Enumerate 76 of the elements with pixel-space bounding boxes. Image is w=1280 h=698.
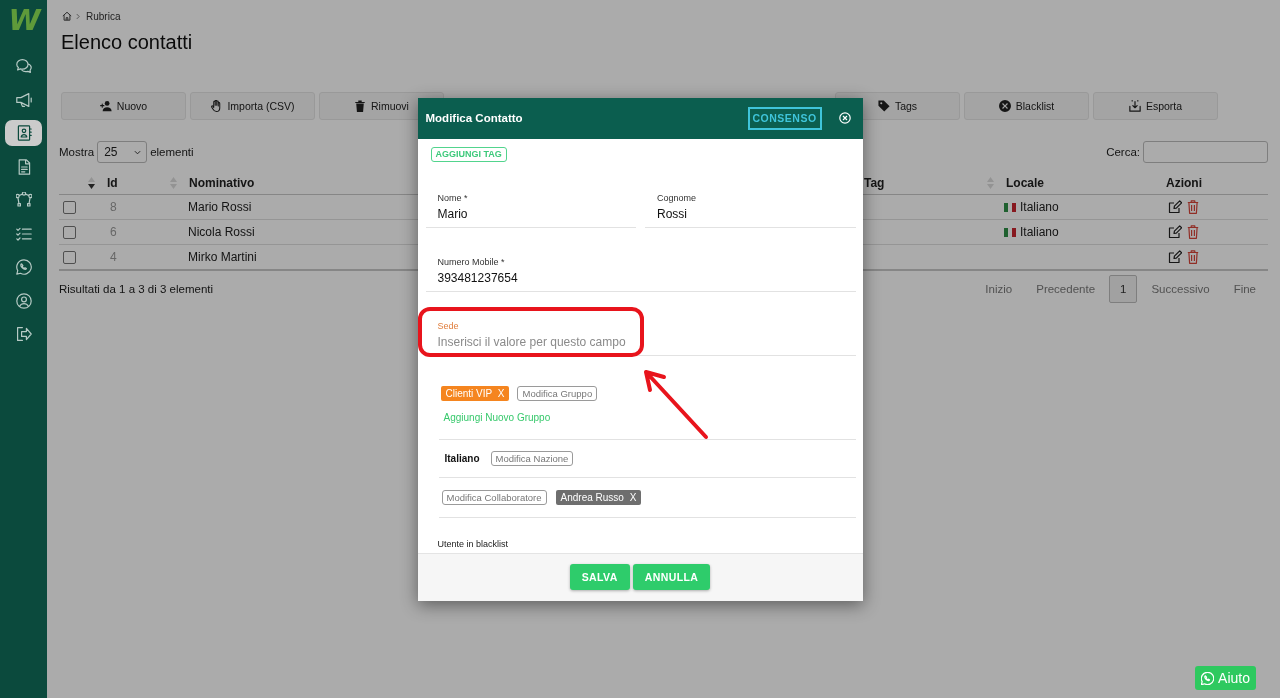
sidebar-item[interactable]: [5, 120, 42, 146]
text-field[interactable]: Rossi: [645, 206, 856, 228]
column-header[interactable]: Azioni: [1166, 176, 1202, 190]
breadcrumb-item: Rubrica: [86, 10, 121, 22]
table-cell: Italiano: [1020, 200, 1059, 214]
whatsapp-icon: [15, 259, 32, 275]
logout-icon: [15, 326, 32, 342]
search-field[interactable]: [1143, 141, 1268, 163]
column-header[interactable]: Nominativo: [189, 176, 255, 190]
address-book-icon: [15, 125, 32, 141]
field-label: Nome *: [437, 192, 468, 204]
country-value: Italiano: [444, 452, 480, 464]
trash-icon[interactable]: [1186, 250, 1200, 264]
page-button[interactable]: 1: [1109, 275, 1138, 303]
pagination-link[interactable]: Successivo: [1139, 275, 1222, 303]
page-title: Elenco contatti: [61, 30, 193, 54]
pagination-link[interactable]: Fine: [1221, 275, 1268, 303]
whatsapp-icon: [1201, 671, 1215, 685]
sort-icon[interactable]: [88, 177, 95, 189]
length-label: elementi: [150, 146, 194, 158]
edit-icon[interactable]: [1168, 250, 1182, 264]
edit-icon[interactable]: [1168, 200, 1182, 214]
page-size-select[interactable]: 25: [97, 141, 148, 163]
table-cell: Nicola Rossi: [188, 225, 255, 239]
pagination-link[interactable]: Inizio: [973, 275, 1025, 303]
megaphone-icon: [15, 91, 32, 108]
home-icon[interactable]: [62, 11, 72, 21]
flag-icon: [1004, 202, 1016, 212]
consent-button[interactable]: CONSENSO: [747, 106, 822, 130]
row-checkbox[interactable]: [63, 200, 76, 214]
table-cell: Mirko Martini: [188, 250, 257, 264]
text-field[interactable]: Mario: [425, 206, 636, 228]
blacklist-label: Utente in blacklist: [437, 538, 509, 550]
chevron-icon: [76, 12, 80, 20]
row-checkbox[interactable]: [63, 250, 76, 264]
search-label: Cerca:: [1106, 146, 1140, 158]
table-cell: Italiano: [1020, 225, 1059, 239]
length-label: Mostra: [59, 146, 95, 158]
toolbar-button[interactable]: Nuovo: [61, 92, 186, 120]
text-field[interactable]: Inserisci il valore per questo campo: [425, 334, 856, 356]
edit-group-button[interactable]: Modifica Gruppo: [517, 385, 598, 401]
field-label: Cognome: [657, 192, 697, 204]
edit-collaborator-button[interactable]: Modifica Collaboratore: [441, 489, 547, 505]
toolbar-button[interactable]: Esporta: [1093, 92, 1218, 120]
chat-icon: [15, 58, 32, 74]
text-field[interactable]: 393481237654: [425, 270, 856, 292]
column-header[interactable]: Tag: [864, 176, 885, 190]
column-header[interactable]: Id: [107, 176, 118, 190]
field-label: Numero Mobile *: [437, 256, 505, 268]
table-cell: Mario Rossi: [188, 200, 252, 214]
row-checkbox[interactable]: [63, 225, 76, 239]
field-label: Sede: [437, 320, 459, 332]
table-cell: 4: [110, 250, 117, 264]
trash-icon: [354, 100, 367, 112]
table-cell: 8: [110, 200, 117, 214]
pagination-link[interactable]: Precedente: [1024, 275, 1108, 303]
toolbar-button[interactable]: Importa (CSV): [190, 92, 315, 120]
user-plus-icon: [99, 100, 112, 112]
collaborator-tag[interactable]: Andrea Russo X: [555, 489, 642, 505]
hand-icon: [210, 100, 223, 112]
toolbar-button[interactable]: Blacklist: [964, 92, 1089, 120]
edit-country-button[interactable]: Modifica Nazione: [490, 450, 574, 466]
flow-icon: [15, 192, 32, 208]
checklist-icon: [15, 225, 32, 242]
download-icon: [1128, 100, 1141, 112]
tag-icon: [877, 100, 890, 112]
column-header[interactable]: Locale: [1006, 176, 1044, 190]
table-info: Risultati da 1 a 3 di 3 elementi: [59, 283, 214, 295]
close-icon[interactable]: [838, 112, 851, 124]
caret-icon: [134, 149, 142, 155]
flag-icon: [1004, 227, 1016, 237]
edit-icon[interactable]: [1168, 225, 1182, 239]
table-cell: 6: [110, 225, 117, 239]
logo: W: [7, 2, 42, 39]
trash-icon[interactable]: [1186, 225, 1200, 239]
trash-icon[interactable]: [1186, 200, 1200, 214]
